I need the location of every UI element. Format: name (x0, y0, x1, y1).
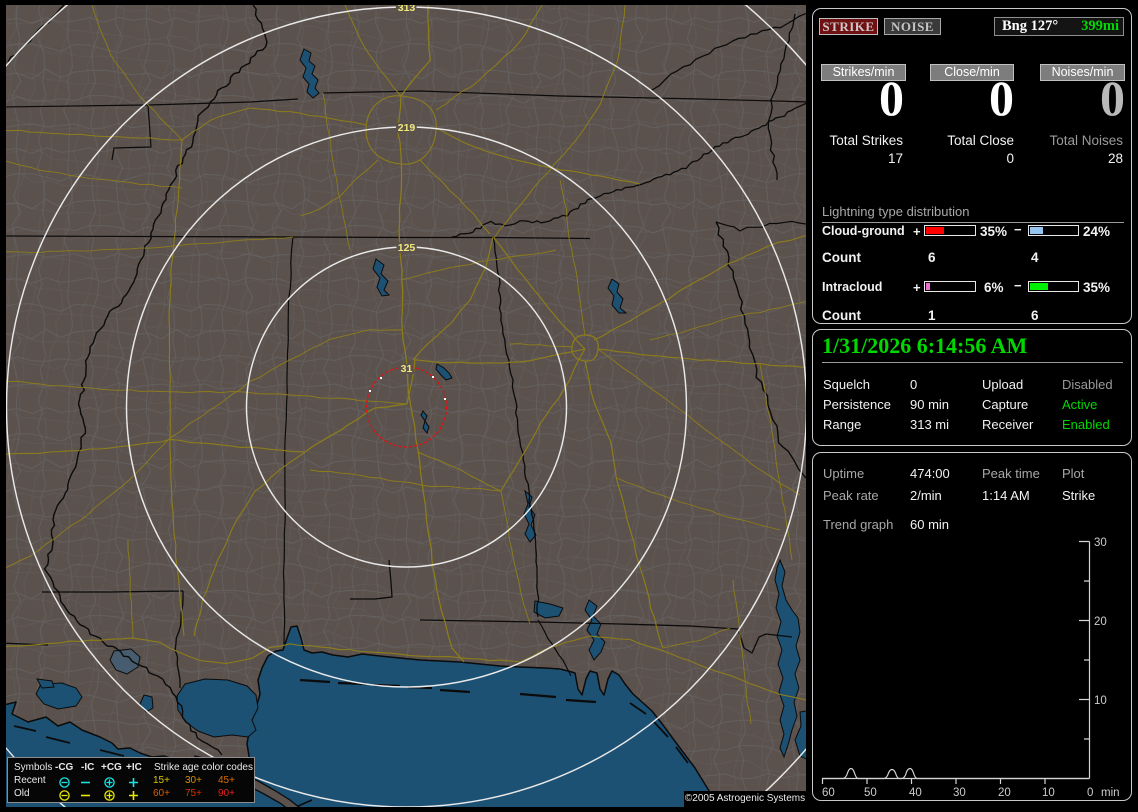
svg-text:40: 40 (909, 787, 922, 799)
svg-text:min: min (1101, 787, 1120, 799)
svg-text:30: 30 (1094, 537, 1107, 549)
svg-text:30: 30 (953, 787, 966, 799)
svg-text:125: 125 (398, 242, 416, 254)
svg-text:219: 219 (398, 122, 416, 134)
svg-text:50: 50 (864, 787, 877, 799)
svg-text:10: 10 (1042, 787, 1055, 799)
svg-text:20: 20 (998, 787, 1011, 799)
svg-text:20: 20 (1094, 616, 1107, 628)
svg-text:10: 10 (1094, 695, 1107, 707)
svg-text:313: 313 (398, 2, 416, 14)
svg-text:31: 31 (401, 363, 413, 375)
svg-text:0: 0 (1087, 787, 1093, 799)
svg-text:60: 60 (822, 787, 835, 799)
